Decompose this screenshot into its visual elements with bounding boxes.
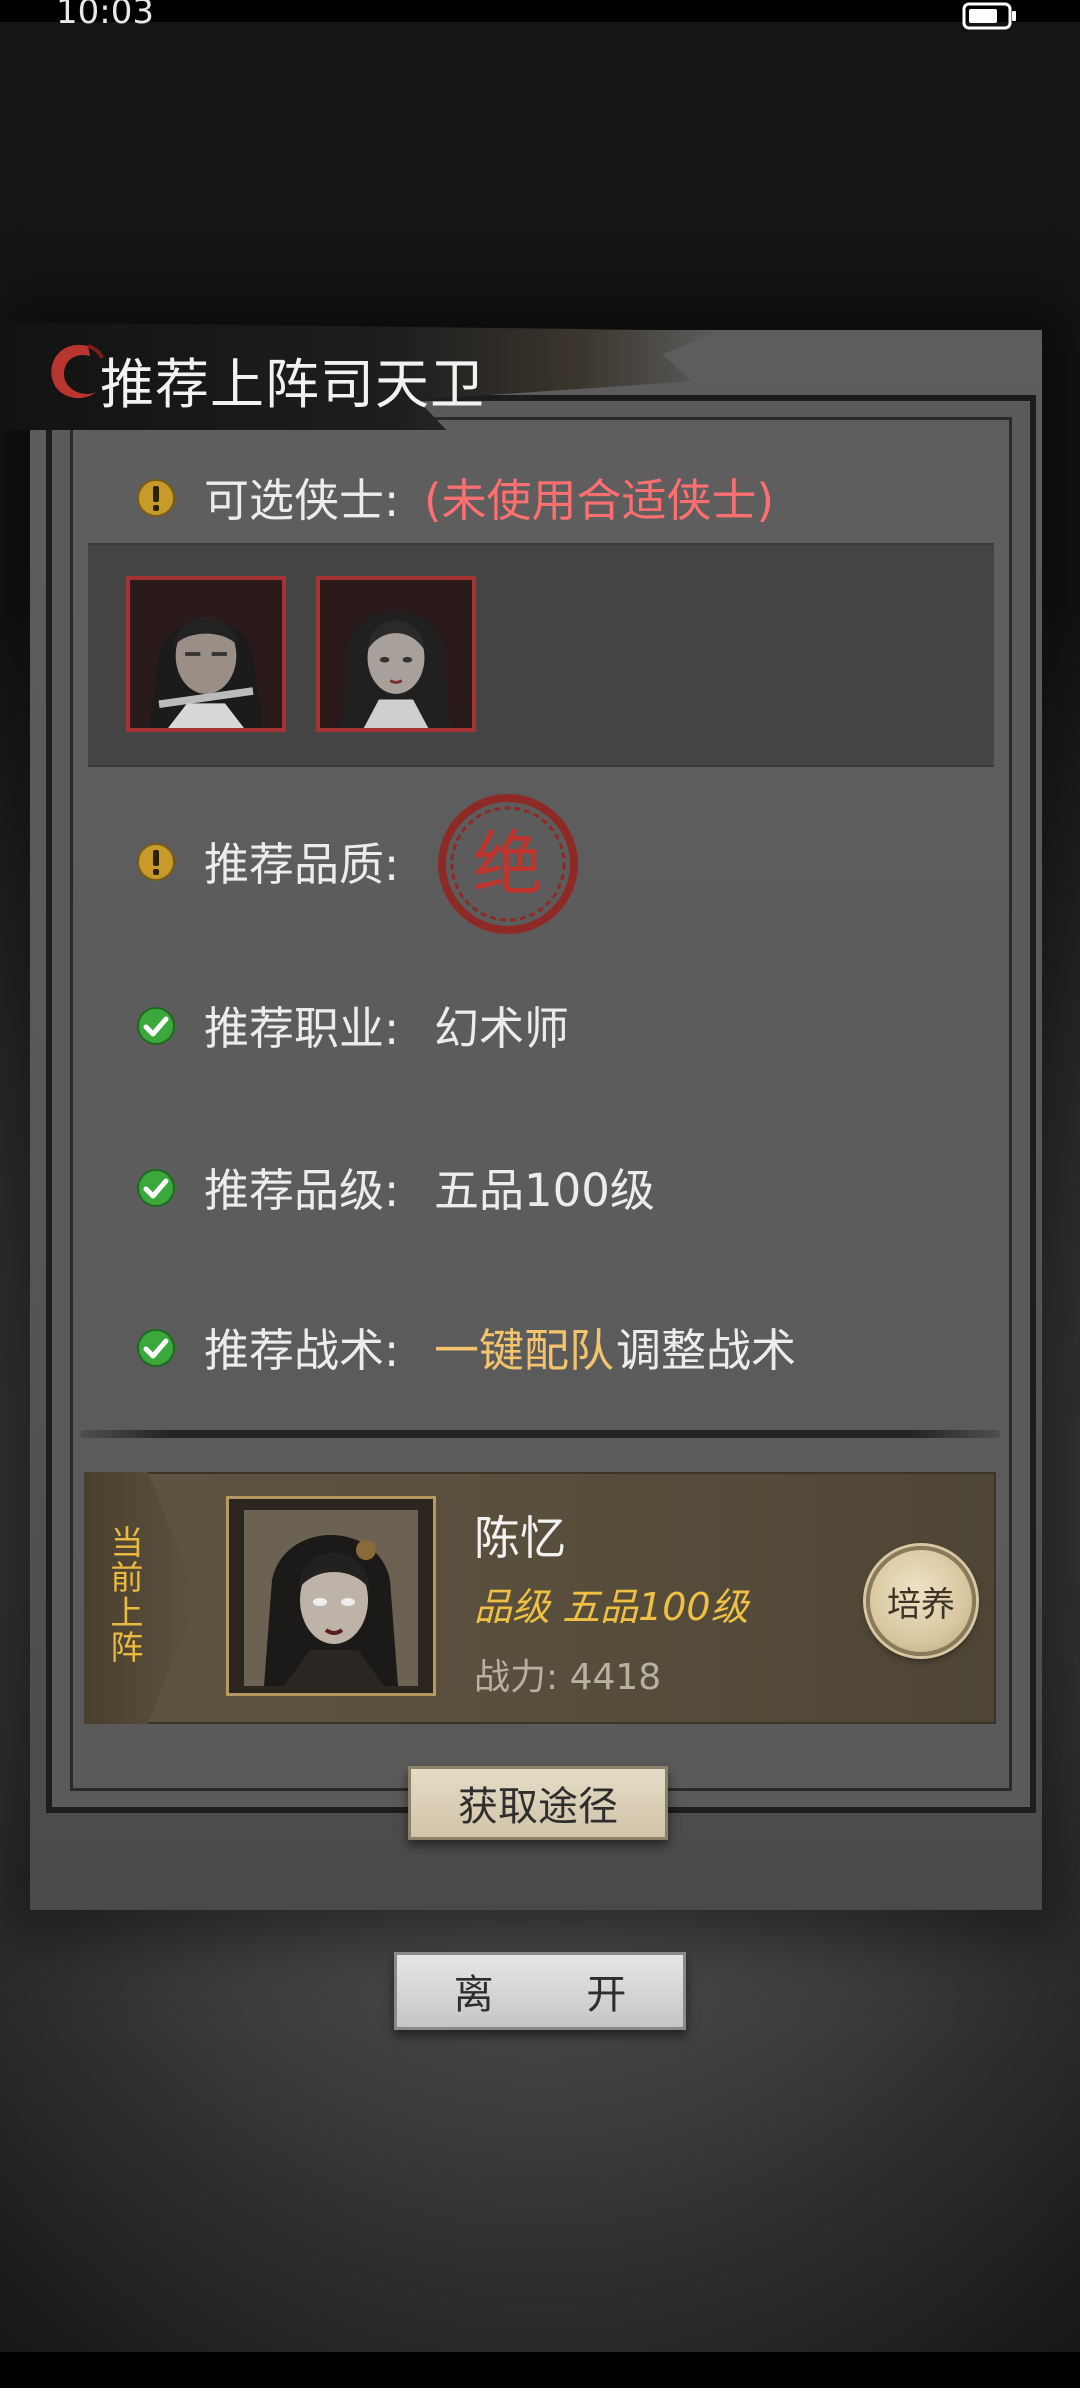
hero-portrait-image: [320, 580, 472, 728]
divider: [80, 1430, 1000, 1438]
grade-value: 五品100级: [434, 1164, 655, 1217]
warning-icon: [137, 843, 175, 881]
game-screen: 10:03 推荐上阵司天卫 可选侠士: (未使用合适侠士) 推荐品质: 绝 推荐…: [0, 0, 1080, 2388]
status-bar: [0, 0, 1080, 22]
lineup-hero-name: 陈忆: [474, 1511, 566, 1565]
profession-label: 推荐职业:: [204, 1002, 400, 1055]
profession-value: 幻术师: [434, 1002, 570, 1055]
status-time: 10:03: [56, 0, 154, 32]
lineup-hero-image: [244, 1510, 418, 1686]
hero-portrait-image: [130, 580, 282, 728]
battery-icon: [962, 2, 1016, 30]
quality-label: 推荐品质:: [204, 838, 400, 891]
dialog-title: 推荐上阵司天卫: [100, 353, 485, 416]
obtain-method-button[interactable]: 获取途径: [408, 1766, 668, 1840]
warning-icon: [137, 479, 175, 517]
lineup-hero-grade: 品级 五品100级: [474, 1585, 749, 1629]
check-icon: [137, 1007, 175, 1045]
lineup-hero-power: 战力: 4418: [474, 1657, 662, 1698]
title-logo-icon: [51, 344, 104, 399]
quality-seal-icon: 绝: [436, 790, 580, 938]
quality-seal-char: 绝: [473, 823, 543, 905]
adjust-tactics-text: 调整战术: [616, 1324, 797, 1377]
navigation-bar: [0, 2352, 1080, 2388]
current-lineup-tag-text: 当前上阵: [105, 1525, 144, 1665]
train-button-label: 培养: [887, 1584, 955, 1625]
one-click-team-link[interactable]: 一键配队: [434, 1314, 614, 1379]
hero-portrait[interactable]: [316, 576, 476, 732]
grade-label: 推荐品级:: [204, 1164, 400, 1217]
optional-heroes-note: (未使用合适侠士): [424, 474, 775, 527]
check-icon: [137, 1169, 175, 1207]
tactics-label: 推荐战术:: [204, 1324, 400, 1377]
lineup-hero-portrait[interactable]: [244, 1510, 418, 1686]
optional-heroes-label: 可选侠士:: [204, 474, 400, 527]
leave-button[interactable]: 离 开: [394, 1952, 686, 2030]
hero-portrait[interactable]: [126, 576, 286, 732]
check-icon: [137, 1329, 175, 1367]
train-button[interactable]: 培养: [866, 1546, 976, 1656]
